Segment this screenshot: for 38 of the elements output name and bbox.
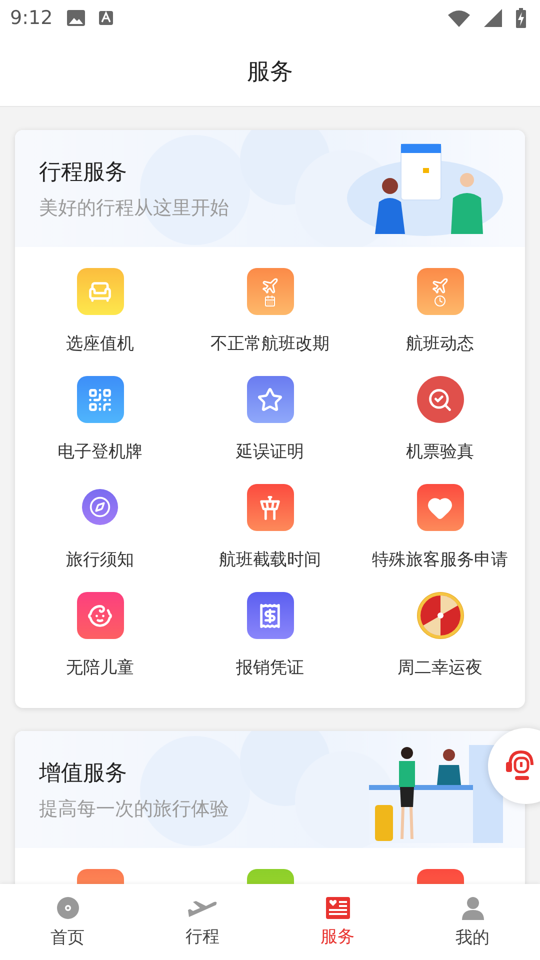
section-subtitle: 美好的行程从这里开始 (39, 196, 229, 220)
service-label[interactable]: 延误证明 (236, 440, 304, 463)
user-icon (462, 896, 484, 920)
service-label[interactable]: 选座值机 (66, 332, 134, 355)
wheel-icon[interactable] (416, 592, 464, 639)
page-title: 服务 (247, 58, 293, 86)
image-icon (66, 10, 85, 26)
status-time: 9:12 (10, 7, 53, 29)
wifi-icon (448, 10, 470, 26)
section-title: 增值服务 (39, 760, 128, 788)
section-subtitle: 提高每一次的旅行体验 (39, 796, 229, 822)
service-label[interactable]: 无陪儿童 (66, 656, 134, 679)
service-label[interactable]: 航班截载时间 (219, 548, 321, 571)
nav-tab[interactable]: 行程 (135, 884, 270, 960)
battery-icon (516, 8, 526, 28)
text-icon (98, 11, 113, 25)
nav-tab[interactable]: 我的 (405, 884, 540, 960)
service-label[interactable]: 不正常航班改期 (210, 332, 330, 355)
service-label[interactable]: 周二幸运夜 (398, 656, 482, 679)
receipt-icon[interactable] (246, 592, 294, 639)
disc-icon (56, 896, 80, 920)
service-label[interactable]: 电子登机牌 (58, 440, 142, 463)
headset-icon (506, 749, 536, 783)
search-check-icon[interactable] (416, 376, 464, 423)
baby-icon[interactable] (76, 592, 124, 639)
service-label[interactable]: 航班动态 (406, 332, 474, 355)
compass-icon[interactable] (82, 489, 118, 525)
section-title: 行程服务 (39, 158, 128, 186)
service-label[interactable]: 机票验真 (406, 440, 474, 463)
plane-clock-icon[interactable] (416, 268, 464, 315)
signal-icon (484, 9, 502, 27)
nav-tab[interactable]: 首页 (0, 884, 135, 960)
service-label[interactable]: 旅行须知 (66, 548, 134, 571)
plane-calendar-icon[interactable] (246, 268, 294, 315)
qr-code-icon[interactable] (76, 376, 124, 423)
service-label[interactable]: 报销凭证 (236, 656, 304, 679)
service-label[interactable]: 特殊旅客服务申请 (372, 548, 508, 571)
nav-tab[interactable]: 服务 (270, 884, 405, 960)
